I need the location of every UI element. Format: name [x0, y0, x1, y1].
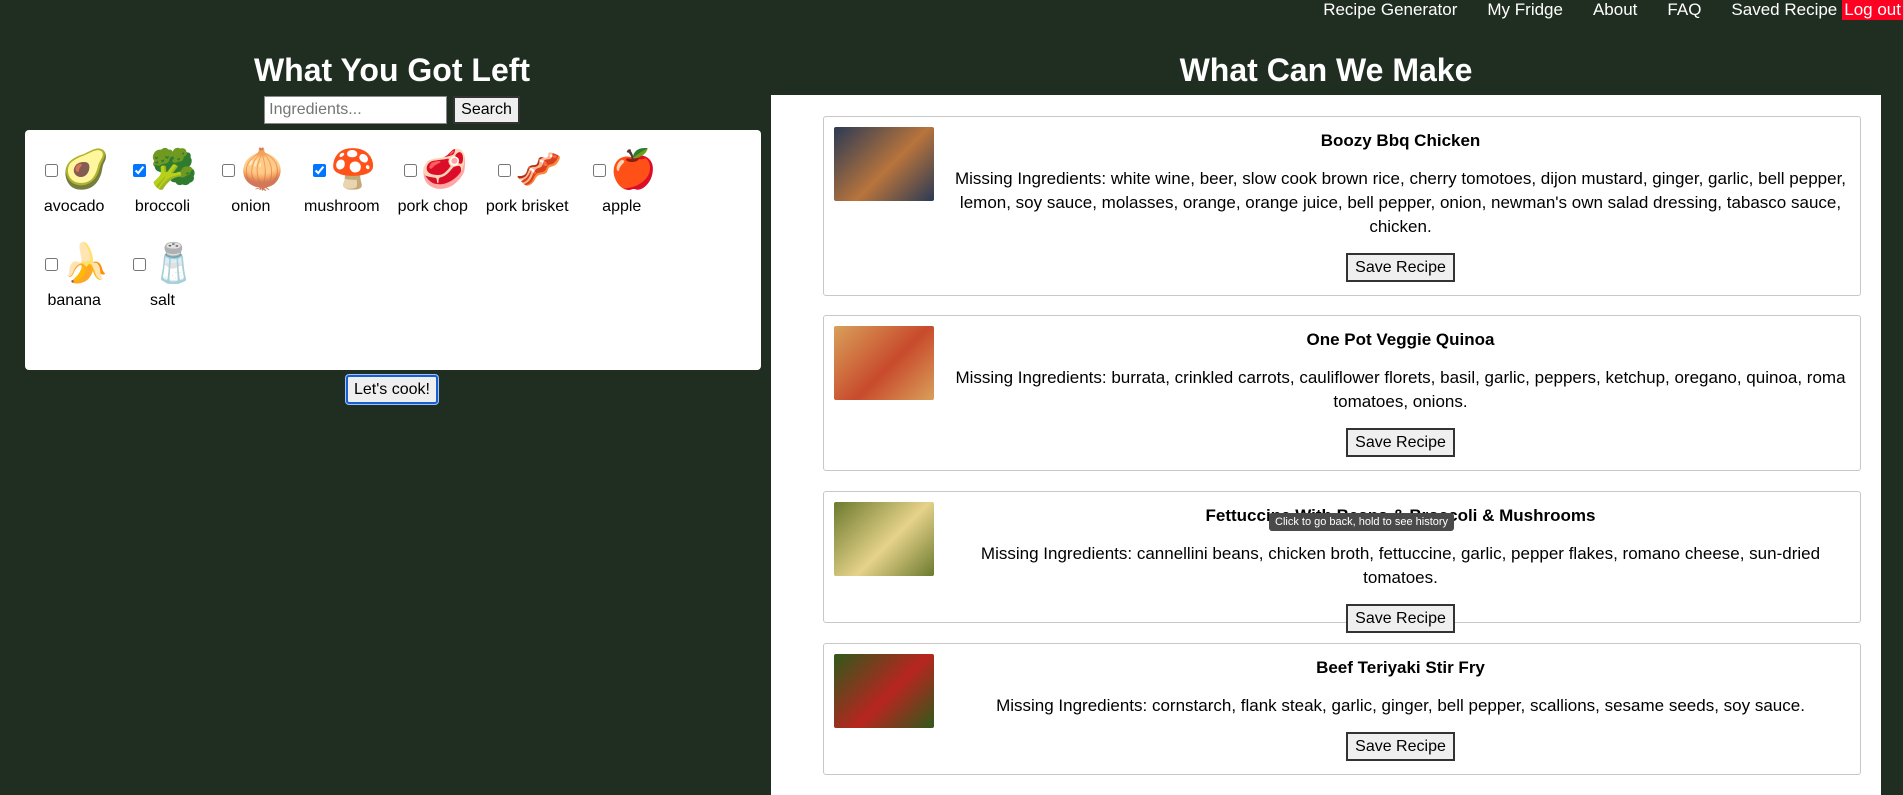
recipe-image: [834, 502, 934, 576]
ingredient-icon: 🧅: [238, 149, 286, 191]
ingredient-icon: 🧂: [150, 243, 198, 285]
cook-wrap: Let's cook!: [0, 375, 784, 404]
recipe-title: Beef Teriyaki Stir Fry: [1316, 658, 1485, 677]
save-recipe-button[interactable]: Save Recipe: [1346, 732, 1455, 761]
ingredient-label: banana: [47, 292, 101, 309]
ingredient-icon: 🥑: [62, 149, 110, 191]
save-recipe-button[interactable]: Save Recipe: [1346, 253, 1455, 282]
recipe-missing-ingredients: Missing Ingredients: cornstarch, flank s…: [996, 696, 1805, 715]
ingredient-label: salt: [150, 292, 175, 309]
ingredient-label: mushroom: [303, 198, 380, 215]
fridge-column: What You Got Left Search 🥑 avocado 🥦 brocco…: [0, 0, 784, 786]
ingredient-search-input[interactable]: [264, 96, 448, 124]
recipe-card: Fettuccine With Beans & Broccoli & Mushr…: [823, 491, 1861, 633]
recipe-title: Boozy Bbq Chicken: [1320, 131, 1481, 150]
ingredient-label: onion: [231, 198, 271, 215]
search-button[interactable]: Search: [453, 96, 520, 124]
ingredient-checkbox[interactable]: [45, 257, 58, 271]
ingredient-item: 🍄 mushroom: [304, 144, 380, 216]
recipe-missing-ingredients: Missing Ingredients: white wine, beer, s…: [954, 169, 1847, 236]
ingredient-icon: 🍌: [62, 243, 110, 285]
ingredient-label: pork brisket: [485, 198, 569, 215]
ingredient-item: 🍎 apple: [587, 144, 657, 216]
ingredient-item: 🧅 onion: [216, 144, 286, 216]
lets-cook-button[interactable]: Let's cook!: [346, 375, 438, 404]
ingredient-checkbox[interactable]: [312, 163, 326, 177]
ingredient-label: pork chop: [397, 198, 468, 215]
ingredient-search: Search: [0, 96, 784, 124]
ingredient-label: broccoli: [134, 198, 191, 215]
ingredient-item: 🥓 pork brisket: [486, 144, 569, 216]
recipes-panel: Boozy Bbq Chicken Missing Ingredients: w…: [771, 95, 1881, 795]
ingredient-checkbox[interactable]: [221, 163, 235, 177]
ingredient-icon: 🍎: [609, 149, 657, 191]
ingredient-checkbox[interactable]: [403, 163, 417, 177]
recipe-image: [834, 127, 934, 201]
ingredient-panel: 🥑 avocado 🥦 broccoli 🧅 onion 🍄 mushroom 🥩 pork ch…: [25, 130, 761, 370]
ingredient-checkbox[interactable]: [498, 163, 512, 177]
back-button-tooltip: Click to go back, hold to see history: [1269, 513, 1455, 531]
recipe-card: Beef Teriyaki Stir Fry Missing Ingredien…: [823, 643, 1861, 775]
ingredient-item: 🥩 pork chop: [398, 144, 468, 216]
ingredient-icon: 🥩: [420, 149, 468, 191]
ingredient-label: avocado: [43, 198, 105, 215]
recipe-image: [834, 654, 934, 728]
ingredient-label: apple: [602, 198, 642, 215]
save-recipe-button[interactable]: Save Recipe: [1346, 428, 1455, 457]
ingredient-item: 🧂 salt: [127, 238, 198, 310]
ingredient-item: 🥦 broccoli: [127, 144, 198, 216]
ingredient-icon: 🍄: [329, 149, 377, 191]
recipe-card: Boozy Bbq Chicken Missing Ingredients: w…: [823, 116, 1861, 296]
recipes-title: What Can We Make: [1179, 52, 1473, 88]
ingredient-icon: 🥦: [150, 149, 198, 191]
ingredient-icon: 🥓: [515, 149, 563, 191]
ingredient-checkbox[interactable]: [592, 163, 606, 177]
ingredient-checkbox[interactable]: [133, 163, 147, 177]
ingredient-item: 🍌 banana: [39, 238, 109, 310]
fridge-title: What You Got Left: [253, 52, 531, 88]
recipe-title: One Pot Veggie Quinoa: [1306, 330, 1495, 349]
recipe-missing-ingredients: Missing Ingredients: burrata, crinkled c…: [955, 368, 1846, 411]
ingredient-item: 🥑 avocado: [39, 144, 109, 216]
ingredient-checkbox[interactable]: [133, 257, 147, 271]
recipes-column: What Can We Make Boozy Bbq Chicken Missi…: [771, 0, 1903, 795]
ingredient-grid: 🥑 avocado 🥦 broccoli 🧅 onion 🍄 mushroom 🥩 pork ch…: [39, 144, 747, 332]
recipe-missing-ingredients: Missing Ingredients: cannellini beans, c…: [980, 544, 1821, 587]
recipe-card: One Pot Veggie Quinoa Missing Ingredient…: [823, 315, 1861, 471]
ingredient-checkbox[interactable]: [45, 163, 58, 177]
save-recipe-button[interactable]: Save Recipe: [1346, 604, 1455, 633]
recipe-image: [834, 326, 934, 400]
